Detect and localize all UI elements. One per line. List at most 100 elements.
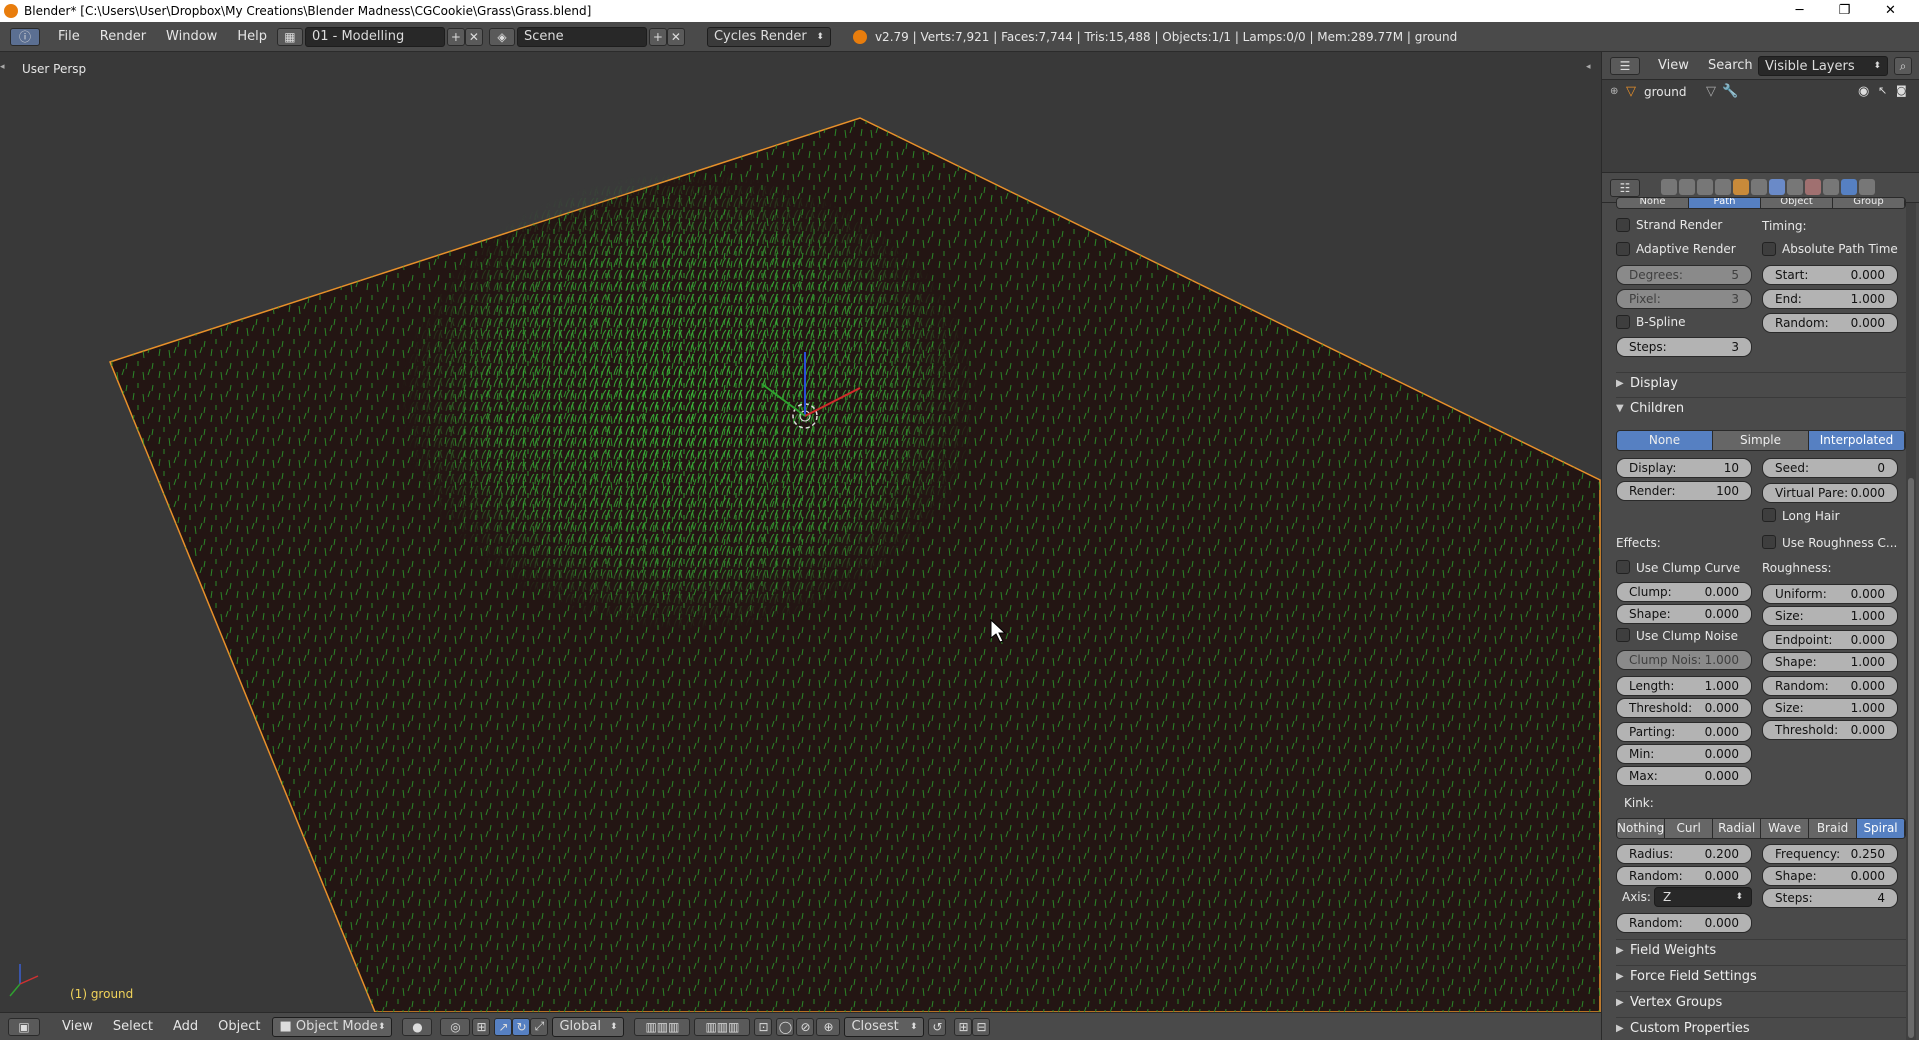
kink-tab-spiral[interactable]: Spiral [1857,819,1905,838]
menu-file[interactable]: File [48,29,90,44]
clump-noise-size-field[interactable]: Clump Nois: 1.000 [1616,650,1752,670]
kink-tab-curl[interactable]: Curl [1665,819,1714,838]
menu-view[interactable]: View [52,1019,103,1034]
toolshelf-toggle-icon[interactable]: ◂ [0,62,5,72]
virtual-parents-field[interactable]: Virtual Pare: 0.000 [1762,483,1898,503]
editor-type-icon[interactable]: ▣ [8,1017,40,1036]
length-threshold-field[interactable]: Threshold: 0.000 [1616,698,1752,718]
snap-target-select[interactable]: Closest ⬍ [844,1016,925,1037]
3d-viewport[interactable]: User Persp (1) ground ◂ ◂ [0,52,1601,1012]
minimize-button[interactable]: ─ [1777,0,1822,22]
render-anim-icon[interactable]: ⊟ [972,1017,991,1036]
use-clump-noise-checkbox[interactable] [1616,628,1630,642]
adaptive-render-checkbox[interactable] [1616,242,1630,256]
absolute-path-time-checkbox[interactable] [1762,242,1776,256]
mode-select[interactable]: ■ Object Mode ⬍ [272,1016,393,1037]
kink-tab-nothing[interactable]: Nothing [1617,819,1666,838]
properties-scrollbar[interactable] [1906,203,1916,1040]
selectable-cursor-icon[interactable]: ↖ [1878,84,1887,97]
menu-select[interactable]: Select [103,1019,163,1034]
tab-group[interactable]: Group [1833,198,1905,208]
manipulator-icon[interactable]: ⊞ [472,1017,491,1036]
roughness-random-field[interactable]: Random: 0.000 [1762,676,1898,696]
menu-render[interactable]: Render [90,29,156,44]
render-tab-icon[interactable] [1661,179,1677,195]
kink-random-field[interactable]: Random: 0.000 [1616,866,1752,886]
kink-frequency-field[interactable]: Frequency: 0.250 [1762,844,1898,864]
material-tab-icon[interactable] [1805,179,1821,195]
roughness-threshold-field[interactable]: Threshold: 0.000 [1762,720,1898,740]
data-tab-icon[interactable] [1787,179,1803,195]
kink-tab-braid[interactable]: Braid [1809,819,1858,838]
degrees-field[interactable]: Degrees: 5 [1616,265,1752,285]
properties-editor-type-icon[interactable]: ☷ [1610,179,1640,197]
render-layers-tab-icon[interactable] [1679,179,1695,195]
close-button[interactable]: ✕ [1868,0,1913,22]
outliner-editor-type-icon[interactable]: ☰ [1610,57,1640,75]
parting-field[interactable]: Parting: 0.000 [1616,722,1752,742]
kink-shape-field[interactable]: Shape: 0.000 [1762,866,1898,886]
scene-tab-icon[interactable] [1697,179,1713,195]
scene-icon[interactable]: ◈ [488,27,515,46]
screen-layout-field[interactable]: 01 - Modelling [304,26,445,47]
lock-layers-icon[interactable]: ⊡ [754,1017,773,1036]
roughness-endpoint-shape-field[interactable]: Shape: 1.000 [1762,652,1898,672]
visibility-eye-icon[interactable]: ◉ [1858,84,1869,99]
menu-add[interactable]: Add [163,1019,208,1034]
renderable-camera-icon[interactable]: ◙ [1896,84,1907,97]
expand-icon[interactable]: ⊕ [1610,86,1618,97]
snap-toggle-icon[interactable]: ⊘ [796,1017,815,1036]
outliner-item-ground[interactable]: ground [1644,85,1686,99]
orientation-select[interactable]: Global ⬍ [552,1016,625,1037]
scale-icon[interactable]: ⤢ [530,1017,549,1036]
children-tab-none[interactable]: None [1617,431,1713,450]
modifiers-tab-icon[interactable] [1769,179,1785,195]
roughness-uniform-field[interactable]: Uniform: 0.000 [1762,584,1898,604]
layers-2-icon[interactable]: ▥▥▥ [694,1017,751,1036]
vertex-groups-panel-header[interactable]: ▶ Vertex Groups [1616,991,1906,1013]
screen-layout-icon[interactable]: ▦ [276,27,303,46]
kink-random-2-field[interactable]: Random: 0.000 [1616,913,1752,933]
remove-scene-icon[interactable]: ✕ [666,27,685,46]
pivot-point-icon[interactable]: ◎ [440,1017,471,1036]
add-scene-icon[interactable]: + [648,27,667,46]
tab-none[interactable]: None [1617,198,1689,208]
tab-object[interactable]: Object [1761,198,1833,208]
field-weights-panel-header[interactable]: ▶ Field Weights [1616,939,1906,961]
strand-render-checkbox[interactable] [1616,218,1630,232]
children-tab-simple[interactable]: Simple [1713,431,1809,450]
length-field[interactable]: Length: 1.000 [1616,676,1752,696]
kink-tab-radial[interactable]: Radial [1713,819,1762,838]
roughness-uniform-size-field[interactable]: Size: 1.000 [1762,606,1898,626]
kink-tab-wave[interactable]: Wave [1761,819,1810,838]
children-display-field[interactable]: Display: 10 [1616,458,1752,478]
random-timing-field[interactable]: Random: 0.000 [1762,313,1898,333]
use-roughness-curve-checkbox[interactable] [1762,535,1776,549]
outliner-menu-search[interactable]: Search [1708,58,1753,73]
roughness-endpoint-field[interactable]: Endpoint: 0.000 [1762,630,1898,650]
tab-path[interactable]: Path [1689,198,1761,208]
use-clump-curve-checkbox[interactable] [1616,560,1630,574]
steps-field[interactable]: Steps: 3 [1616,337,1752,357]
bspline-checkbox[interactable] [1616,315,1630,329]
add-screen-icon[interactable]: + [446,27,465,46]
physics-tab-icon[interactable] [1859,179,1875,195]
translate-icon[interactable]: ↗ [494,1017,513,1036]
outliner-filter-select[interactable]: Visible Layers ⬍ [1758,56,1888,76]
display-panel-header[interactable]: ▶ Display [1616,372,1906,394]
world-tab-icon[interactable] [1715,179,1731,195]
outliner-menu-view[interactable]: View [1658,58,1689,73]
kink-radius-field[interactable]: Radius: 0.200 [1616,844,1752,864]
force-field-settings-panel-header[interactable]: ▶ Force Field Settings [1616,965,1906,987]
constraints-tab-icon[interactable] [1751,179,1767,195]
render-still-icon[interactable]: ⊞ [954,1017,973,1036]
children-render-field[interactable]: Render: 100 [1616,481,1752,501]
end-field[interactable]: End: 1.000 [1762,289,1898,309]
scene-field[interactable]: Scene [516,26,647,47]
viewport-shading-icon[interactable]: ● [402,1017,433,1036]
menu-help[interactable]: Help [227,29,277,44]
custom-properties-panel-header[interactable]: ▶ Custom Properties [1616,1017,1906,1039]
start-field[interactable]: Start: 0.000 [1762,265,1898,285]
remove-screen-icon[interactable]: ✕ [464,27,483,46]
pixel-field[interactable]: Pixel: 3 [1616,289,1752,309]
